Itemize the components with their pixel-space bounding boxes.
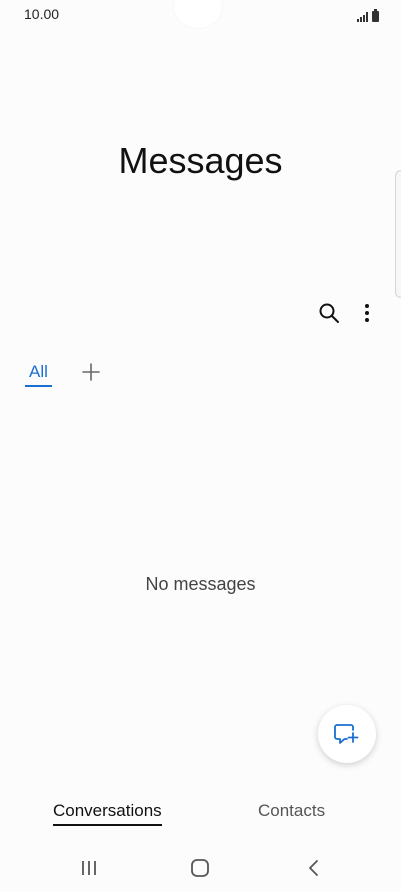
search-icon — [319, 303, 339, 323]
tab-conversations[interactable]: Conversations — [53, 801, 162, 826]
more-options-button[interactable] — [352, 298, 382, 328]
compose-button[interactable] — [318, 705, 376, 763]
tab-conversations-indicator — [53, 824, 162, 826]
home-button[interactable] — [186, 856, 214, 880]
add-category-button[interactable] — [80, 361, 102, 383]
tab-contacts[interactable]: Contacts — [258, 801, 325, 821]
signal-icon — [357, 12, 368, 22]
empty-state-text: No messages — [145, 574, 256, 594]
back-button[interactable] — [300, 856, 328, 880]
status-bar: 10.00 — [0, 0, 401, 30]
tab-contacts-label: Contacts — [258, 801, 326, 820]
home-icon — [191, 859, 209, 877]
search-button[interactable] — [314, 298, 344, 328]
recents-button[interactable] — [75, 856, 103, 880]
status-time: 10.00 — [24, 6, 60, 22]
tab-all[interactable]: All — [25, 362, 52, 387]
battery-icon — [372, 9, 379, 22]
back-icon — [309, 860, 318, 876]
tab-all-indicator — [25, 385, 52, 387]
tab-all-label: All — [29, 362, 48, 381]
status-icons — [357, 8, 379, 22]
navigation-bar — [0, 848, 401, 888]
page-title: Messages — [118, 140, 283, 181]
recents-icon — [82, 861, 96, 875]
edge-panel-handle[interactable] — [395, 170, 401, 298]
more-vertical-icon — [365, 304, 369, 322]
compose-message-icon — [334, 724, 359, 744]
plus-icon — [82, 363, 100, 381]
camera-cutout — [174, 0, 222, 28]
tab-conversations-label: Conversations — [53, 801, 162, 820]
